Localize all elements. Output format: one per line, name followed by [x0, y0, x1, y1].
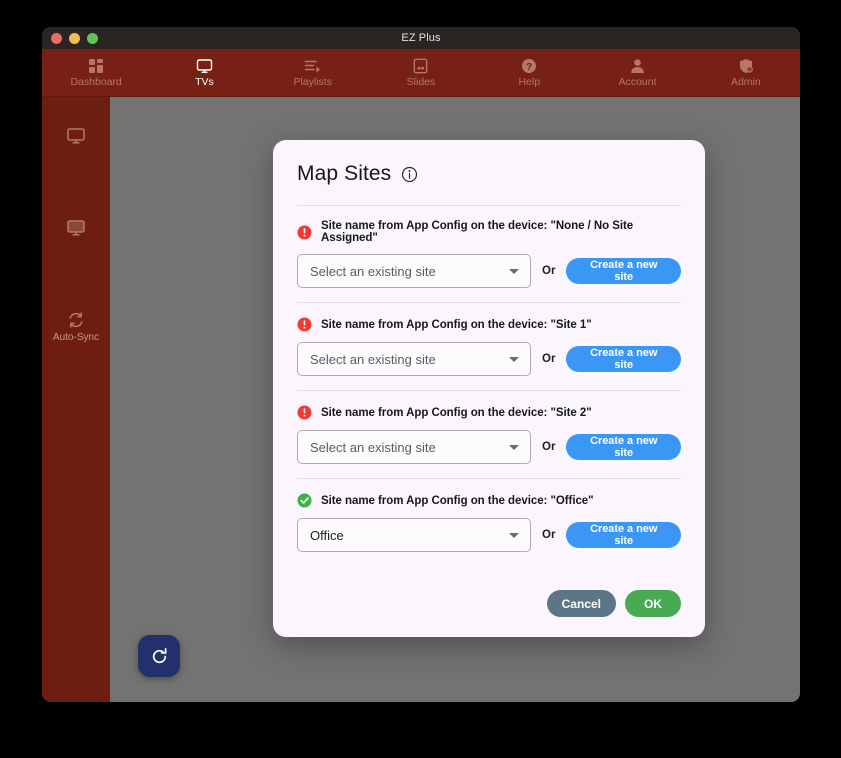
nav-item-account[interactable]: Account	[583, 49, 691, 96]
monitor-filled-icon	[66, 219, 86, 237]
existing-site-select[interactable]: Select an existing site	[297, 430, 531, 464]
window-title: EZ Plus	[401, 32, 441, 44]
or-label: Or	[542, 441, 556, 453]
site-config-label: Site name from App Config on the device:…	[321, 494, 594, 507]
dialog-header: Map Sites	[297, 162, 681, 205]
existing-site-select[interactable]: Select an existing site	[297, 254, 531, 288]
image-icon	[413, 57, 428, 74]
nav-label: TVs	[195, 76, 214, 89]
site-mapping-row: Site name from App Config on the device:…	[297, 391, 681, 478]
sidebar-item-label: Auto-Sync	[52, 332, 100, 343]
site-mapping-row: Site name from App Config on the device:…	[297, 206, 681, 302]
chevron-down-icon	[509, 268, 519, 274]
monitor-icon	[196, 57, 213, 74]
chevron-down-icon	[509, 444, 519, 450]
select-value: Select an existing site	[310, 351, 436, 367]
info-circle-icon[interactable]	[401, 166, 418, 183]
traffic-lights	[51, 27, 98, 49]
site-config-label: Site name from App Config on the device:…	[321, 220, 634, 244]
or-label: Or	[542, 353, 556, 365]
create-new-site-button[interactable]: Create a new site	[566, 434, 681, 460]
svg-text:?: ?	[526, 62, 532, 73]
site-mapping-row: Site name from App Config on the device:…	[297, 479, 681, 566]
success-check-icon	[297, 493, 312, 508]
nav-item-slides[interactable]: Slides	[367, 49, 475, 96]
left-sidebar: Auto-Sync	[42, 97, 110, 702]
app-window: EZ Plus Dashboard TVs Playlists Slides ?…	[42, 27, 800, 702]
site-config-label: Site name from App Config on the device:…	[321, 318, 592, 331]
nav-label: Dashboard	[70, 76, 122, 89]
playlist-icon	[304, 57, 321, 74]
or-label: Or	[542, 529, 556, 541]
select-value: Office	[310, 527, 344, 543]
monitor-outline-icon	[66, 127, 86, 145]
nav-item-admin[interactable]: Admin	[692, 49, 800, 96]
site-config-label: Site name from App Config on the device:…	[321, 406, 592, 419]
refresh-fab-button[interactable]	[138, 635, 180, 677]
site-status-line: Site name from App Config on the device:…	[297, 220, 681, 244]
site-controls: Office Or Create a new site	[297, 518, 681, 552]
chevron-down-icon	[509, 532, 519, 538]
select-value: Select an existing site	[310, 439, 436, 455]
nav-label: Account	[618, 76, 657, 89]
create-new-site-button[interactable]: Create a new site	[566, 258, 681, 284]
sync-icon	[67, 311, 85, 329]
site-status-line: Site name from App Config on the device:…	[297, 317, 681, 332]
map-sites-dialog: Map Sites Site name from App Config on t…	[273, 140, 705, 637]
nav-item-tvs[interactable]: TVs	[150, 49, 258, 96]
cancel-button[interactable]: Cancel	[546, 590, 616, 617]
nav-item-playlists[interactable]: Playlists	[259, 49, 367, 96]
sidebar-item-displays[interactable]	[42, 209, 110, 251]
select-value: Select an existing site	[310, 263, 436, 279]
maximize-window-button[interactable]	[87, 32, 98, 44]
error-exclamation-icon	[297, 225, 312, 240]
dialog-footer: Cancel OK	[297, 566, 681, 617]
site-status-line: Site name from App Config on the device:…	[297, 405, 681, 420]
or-label: Or	[542, 265, 556, 277]
nav-label: Admin	[730, 76, 761, 89]
sidebar-item-auto-sync[interactable]: Auto-Sync	[42, 301, 110, 353]
sidebar-item-screens[interactable]	[42, 117, 110, 159]
create-new-site-button[interactable]: Create a new site	[566, 346, 681, 372]
nav-item-help[interactable]: ? Help	[475, 49, 583, 96]
site-status-line: Site name from App Config on the device:…	[297, 493, 681, 508]
site-controls: Select an existing site Or Create a new …	[297, 254, 681, 288]
site-controls: Select an existing site Or Create a new …	[297, 342, 681, 376]
app-body: Auto-Sync Map Sites Site name from App C…	[42, 97, 800, 702]
chevron-down-icon	[509, 356, 519, 362]
title-bar: EZ Plus	[42, 27, 800, 49]
ok-button[interactable]: OK	[625, 590, 681, 617]
close-window-button[interactable]	[51, 32, 62, 44]
refresh-icon	[150, 647, 169, 666]
minimize-window-button[interactable]	[69, 32, 80, 44]
site-controls: Select an existing site Or Create a new …	[297, 430, 681, 464]
nav-item-dashboard[interactable]: Dashboard	[42, 49, 150, 96]
existing-site-select[interactable]: Office	[297, 518, 531, 552]
existing-site-select[interactable]: Select an existing site	[297, 342, 531, 376]
top-navigation: Dashboard TVs Playlists Slides ? Help Ac…	[42, 49, 800, 97]
site-mapping-row: Site name from App Config on the device:…	[297, 303, 681, 390]
nav-label: Help	[518, 76, 541, 89]
person-icon	[630, 57, 645, 74]
content-area: Map Sites Site name from App Config on t…	[110, 97, 800, 702]
nav-label: Slides	[406, 76, 436, 89]
question-circle-icon: ?	[521, 57, 537, 74]
error-exclamation-icon	[297, 317, 312, 332]
error-exclamation-icon	[297, 405, 312, 420]
nav-label: Playlists	[293, 76, 332, 89]
shield-gear-icon	[738, 57, 754, 74]
dashboard-grid-icon	[88, 57, 104, 74]
page-title: Map Sites	[297, 162, 392, 185]
create-new-site-button[interactable]: Create a new site	[566, 522, 681, 548]
